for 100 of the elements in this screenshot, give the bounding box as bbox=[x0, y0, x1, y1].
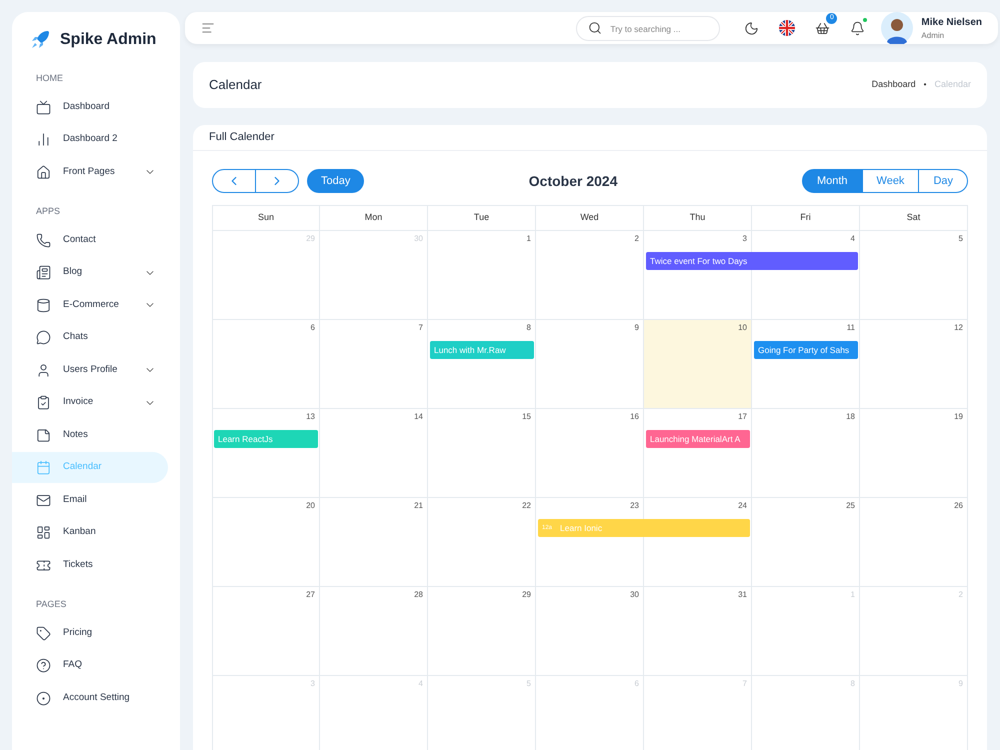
next-button[interactable] bbox=[256, 169, 299, 193]
day-number: 23 bbox=[630, 500, 639, 511]
event-title: Lunch with Mr.Raw bbox=[434, 344, 506, 356]
day-cell[interactable]: 25 bbox=[752, 498, 860, 587]
day-number: 1 bbox=[526, 233, 531, 244]
day-cell[interactable]: 26 bbox=[860, 498, 968, 587]
kanban-icon bbox=[36, 525, 51, 540]
day-cell[interactable]: 30 bbox=[536, 587, 644, 676]
day-number: 9 bbox=[634, 322, 639, 333]
event-title: Launching MaterialArt A bbox=[650, 432, 740, 446]
view-tab[interactable]: Month bbox=[802, 169, 863, 193]
sidebar-item[interactable]: Email bbox=[12, 484, 168, 516]
monitor-icon bbox=[36, 100, 51, 114]
weekday-header: Sun bbox=[212, 206, 320, 231]
day-cell[interactable]: 12 bbox=[860, 320, 968, 409]
sidebar-item[interactable]: Dashboard bbox=[12, 92, 168, 122]
day-cell[interactable]: 16 bbox=[536, 409, 644, 498]
tag-icon bbox=[36, 626, 51, 640]
sidebar-item[interactable]: Chats bbox=[12, 322, 168, 353]
event-title: Going For Party of Sahs bbox=[758, 344, 850, 356]
day-cell[interactable]: 15 bbox=[428, 409, 536, 498]
flag-icon[interactable] bbox=[779, 20, 796, 36]
sidebar-item[interactable]: Notes bbox=[12, 420, 168, 450]
sidebar-item[interactable]: Front Pages bbox=[12, 156, 168, 188]
day-number: 29 bbox=[522, 589, 531, 600]
sidebar-item[interactable]: Pricing bbox=[12, 618, 168, 648]
mail-icon bbox=[36, 492, 51, 508]
phone-icon bbox=[36, 232, 51, 248]
day-cell[interactable]: 27 bbox=[212, 587, 320, 676]
day-number: 26 bbox=[954, 500, 963, 511]
card-title: Full Calender bbox=[209, 130, 274, 146]
cylinder-icon bbox=[36, 298, 51, 312]
basket-icon[interactable] bbox=[815, 20, 830, 36]
day-cell[interactable]: 21 bbox=[320, 498, 428, 587]
day-cell[interactable]: 18 bbox=[752, 409, 860, 498]
bar-chart-icon bbox=[36, 132, 51, 147]
sidebar-item[interactable]: Contact bbox=[12, 224, 168, 256]
sidebar-item[interactable]: Users Profile bbox=[12, 354, 168, 386]
ticket-icon bbox=[36, 558, 51, 572]
day-number: 25 bbox=[846, 500, 855, 511]
bell-icon[interactable] bbox=[850, 20, 866, 36]
day-cell[interactable]: 31 bbox=[644, 587, 752, 676]
day-number: 22 bbox=[522, 500, 531, 511]
day-cell[interactable]: 22 bbox=[428, 498, 536, 587]
day-cell[interactable]: 10 bbox=[644, 320, 752, 409]
day-number: 19 bbox=[954, 411, 963, 422]
sidebar-item[interactable]: E-Commerce bbox=[12, 290, 168, 320]
sidebar-item[interactable]: Dashboard 2 bbox=[12, 124, 168, 155]
sidebar-item[interactable]: Kanban bbox=[12, 517, 168, 548]
day-number: 3 bbox=[742, 233, 747, 244]
day-number: 28 bbox=[414, 589, 423, 600]
day-cell[interactable]: 1 bbox=[428, 231, 536, 320]
day-number: 20 bbox=[306, 500, 315, 511]
previous-button[interactable] bbox=[212, 169, 256, 193]
moon-icon[interactable] bbox=[744, 20, 760, 36]
sidebar-item[interactable]: FAQ bbox=[12, 650, 168, 681]
view-tab[interactable]: Day bbox=[919, 169, 968, 193]
day-cell[interactable]: 14 bbox=[320, 409, 428, 498]
event-title: Twice event For two Days bbox=[650, 254, 748, 268]
brand-name: Spike Admin bbox=[60, 30, 156, 50]
house-icon bbox=[36, 164, 51, 180]
search-icon bbox=[588, 21, 602, 35]
today-button[interactable]: Today bbox=[307, 169, 364, 193]
day-cell[interactable]: 6 bbox=[212, 320, 320, 409]
day-number: 15 bbox=[522, 411, 531, 422]
day-number: 10 bbox=[738, 322, 747, 333]
search-field[interactable]: Try to searching ... bbox=[576, 16, 720, 41]
day-cell[interactable]: 20 bbox=[212, 498, 320, 587]
day-number: 18 bbox=[846, 411, 855, 422]
day-number: 4 bbox=[850, 233, 855, 244]
weekday-header: Tue bbox=[428, 206, 536, 231]
sidebar-item[interactable]: Tickets bbox=[12, 550, 168, 580]
user-name: Mike Nielsen bbox=[921, 16, 982, 30]
day-cell[interactable]: 2 bbox=[536, 231, 644, 320]
sidebar-item[interactable]: Blog bbox=[12, 257, 168, 288]
sidebar-item[interactable]: Account Setting bbox=[12, 682, 168, 714]
menu-icon[interactable] bbox=[201, 21, 215, 35]
day-cell[interactable]: 5 bbox=[860, 231, 968, 320]
day-cell[interactable]: 29 bbox=[428, 587, 536, 676]
avatar[interactable] bbox=[881, 12, 914, 44]
sidebar-item[interactable]: Invoice bbox=[12, 387, 168, 418]
help-icon bbox=[36, 658, 51, 673]
note-icon bbox=[36, 428, 51, 442]
breadcrumb-link[interactable]: Dashboard bbox=[872, 78, 916, 92]
day-number: 8 bbox=[526, 322, 531, 333]
user-icon bbox=[36, 362, 51, 378]
view-tab[interactable]: Week bbox=[862, 169, 920, 193]
newspaper-icon bbox=[36, 265, 51, 280]
day-cell[interactable]: 19 bbox=[860, 409, 968, 498]
day-cell[interactable]: 7 bbox=[320, 320, 428, 409]
section-label: HOME bbox=[35, 72, 64, 85]
weekday-header: Wed bbox=[536, 206, 644, 231]
event-title: Learn Ionic bbox=[560, 522, 602, 534]
calendar-icon bbox=[36, 460, 51, 475]
day-cell[interactable]: 28 bbox=[320, 587, 428, 676]
calendar-event[interactable]: Twice event For two Days bbox=[646, 252, 858, 270]
breadcrumb-separator: • bbox=[924, 79, 926, 91]
day-number: 2 bbox=[634, 233, 639, 244]
day-number: 21 bbox=[414, 500, 423, 511]
day-number: 30 bbox=[630, 589, 639, 600]
